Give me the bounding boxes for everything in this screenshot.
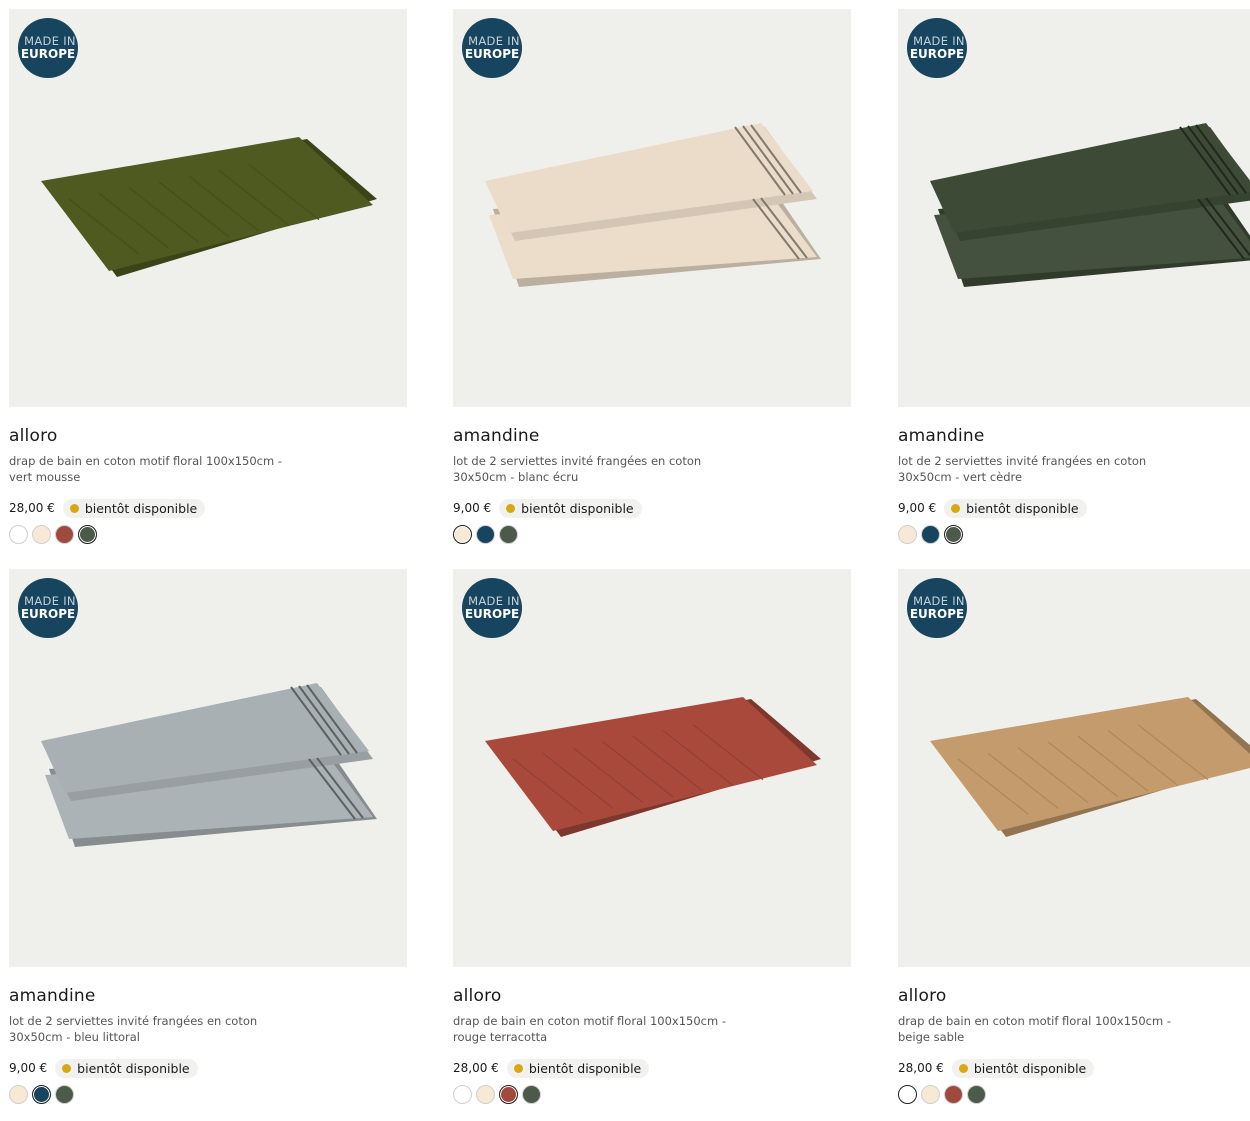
availability-label: bientôt disponible (84, 500, 198, 516)
color-swatches (453, 525, 851, 544)
color-swatch[interactable] (55, 525, 74, 544)
availability-badge: bientôt disponible (951, 1058, 1095, 1078)
price-row: 9,00 € bientôt disponible (898, 497, 1250, 519)
product-title[interactable]: amandine (9, 986, 407, 1008)
availability-badge: bientôt disponible (944, 498, 1087, 518)
product-image[interactable]: MADE IN EUROPE (898, 569, 1250, 967)
product-card: MADE IN EUROPE amandine lot de 2 serviet… (9, 569, 407, 1104)
color-swatches (9, 525, 407, 544)
product-description[interactable]: lot de 2 serviettes invité frangées en c… (9, 1013, 301, 1047)
product-description[interactable]: drap de bain en coton motif floral 100x1… (9, 453, 301, 487)
product-description[interactable]: drap de bain en coton motif floral 100x1… (898, 1013, 1190, 1047)
made-in-europe-badge: MADE IN EUROPE (907, 578, 967, 638)
product-image[interactable]: MADE IN EUROPE (453, 569, 851, 967)
product-price: 28,00 € (453, 1061, 499, 1075)
color-swatch[interactable] (32, 525, 51, 544)
color-swatch[interactable] (944, 1085, 963, 1104)
product-price: 9,00 € (898, 501, 937, 515)
color-swatch[interactable] (499, 525, 518, 544)
product-image[interactable]: MADE IN EUROPE (453, 9, 851, 407)
status-dot-icon (951, 503, 961, 513)
color-swatch[interactable] (9, 525, 28, 544)
status-dot-icon (506, 503, 516, 513)
availability-badge: bientôt disponible (62, 498, 206, 518)
price-row: 28,00 € bientôt disponible (453, 1057, 851, 1079)
product-card: MADE IN EUROPE amandine lot de 2 serviet… (898, 9, 1250, 544)
color-swatch[interactable] (453, 525, 472, 544)
product-price: 28,00 € (898, 1061, 944, 1075)
color-swatches (898, 525, 1250, 544)
price-row: 9,00 € bientôt disponible (9, 1057, 407, 1079)
color-swatch[interactable] (921, 525, 940, 544)
price-row: 28,00 € bientôt disponible (898, 1057, 1250, 1079)
color-swatches (9, 1085, 407, 1104)
status-dot-icon (958, 1063, 968, 1073)
availability-label: bientôt disponible (966, 500, 1079, 516)
made-in-europe-badge: MADE IN EUROPE (907, 18, 967, 78)
color-swatch[interactable] (476, 525, 495, 544)
color-swatch[interactable] (967, 1085, 986, 1104)
product-description[interactable]: drap de bain en coton motif floral 100x1… (453, 1013, 745, 1047)
product-image[interactable]: MADE IN EUROPE (9, 9, 407, 407)
color-swatch[interactable] (55, 1085, 74, 1104)
availability-label: bientôt disponible (77, 1060, 190, 1076)
product-card: MADE IN EUROPE alloro drap de bain en co… (898, 569, 1250, 1104)
availability-badge: bientôt disponible (499, 498, 642, 518)
availability-label: bientôt disponible (521, 500, 634, 516)
availability-label: bientôt disponible (973, 1060, 1087, 1076)
availability-badge: bientôt disponible (55, 1058, 198, 1078)
product-price: 28,00 € (9, 501, 55, 515)
made-in-europe-badge: MADE IN EUROPE (462, 18, 522, 78)
price-row: 9,00 € bientôt disponible (453, 497, 851, 519)
status-dot-icon (62, 1063, 72, 1073)
color-swatch[interactable] (499, 1085, 518, 1104)
color-swatch[interactable] (453, 1085, 472, 1104)
color-swatches (898, 1085, 1250, 1104)
availability-label: bientôt disponible (528, 1060, 642, 1076)
color-swatches (453, 1085, 851, 1104)
product-price: 9,00 € (453, 501, 492, 515)
product-card: MADE IN EUROPE alloro drap de bain en co… (9, 9, 407, 544)
product-title[interactable]: alloro (453, 986, 851, 1008)
product-title[interactable]: amandine (898, 426, 1250, 448)
product-image[interactable]: MADE IN EUROPE (898, 9, 1250, 407)
color-swatch[interactable] (921, 1085, 940, 1104)
status-dot-icon (69, 503, 79, 513)
product-price: 9,00 € (9, 1061, 48, 1075)
color-swatch[interactable] (78, 525, 97, 544)
product-grid: MADE IN EUROPE alloro drap de bain en co… (0, 0, 1250, 1121)
product-title[interactable]: amandine (453, 426, 851, 448)
made-in-europe-badge: MADE IN EUROPE (18, 578, 78, 638)
made-in-europe-badge: MADE IN EUROPE (18, 18, 78, 78)
price-row: 28,00 € bientôt disponible (9, 497, 407, 519)
availability-badge: bientôt disponible (506, 1058, 650, 1078)
product-image[interactable]: MADE IN EUROPE (9, 569, 407, 967)
color-swatch[interactable] (898, 525, 917, 544)
color-swatch[interactable] (476, 1085, 495, 1104)
product-description[interactable]: lot de 2 serviettes invité frangées en c… (898, 453, 1190, 487)
product-title[interactable]: alloro (9, 426, 407, 448)
color-swatch[interactable] (898, 1085, 917, 1104)
made-in-europe-badge: MADE IN EUROPE (462, 578, 522, 638)
product-card: MADE IN EUROPE amandine lot de 2 serviet… (453, 9, 851, 544)
color-swatch[interactable] (522, 1085, 541, 1104)
status-dot-icon (513, 1063, 523, 1073)
color-swatch[interactable] (944, 525, 963, 544)
color-swatch[interactable] (32, 1085, 51, 1104)
product-description[interactable]: lot de 2 serviettes invité frangées en c… (453, 453, 745, 487)
color-swatch[interactable] (9, 1085, 28, 1104)
product-title[interactable]: alloro (898, 986, 1250, 1008)
product-card: MADE IN EUROPE alloro drap de bain en co… (453, 569, 851, 1104)
